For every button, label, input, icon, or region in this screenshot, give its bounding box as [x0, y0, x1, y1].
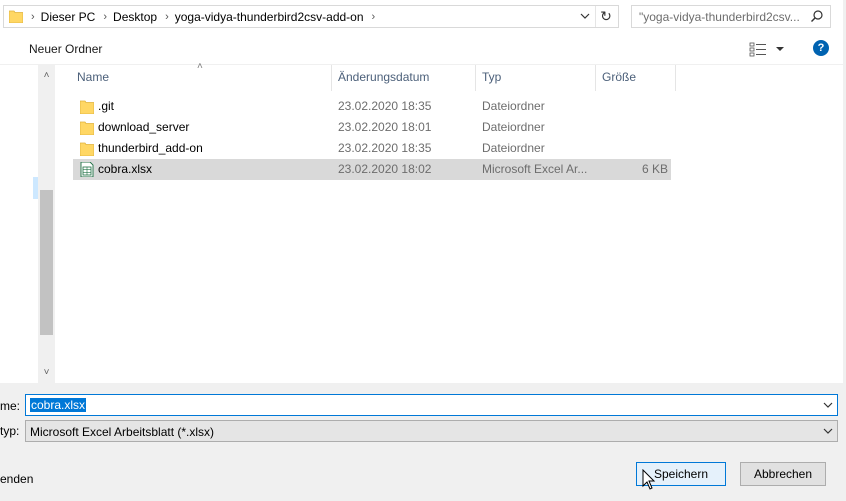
- hide-folders-toggle[interactable]: enden: [0, 472, 33, 486]
- chevron-down-icon[interactable]: [578, 9, 592, 23]
- column-header-size[interactable]: Größe: [596, 65, 675, 91]
- toolbar: Neuer Ordner ?: [0, 34, 846, 65]
- breadcrumb-desktop[interactable]: › Desktop: [95, 10, 157, 24]
- chevron-down-icon[interactable]: [822, 424, 834, 438]
- address-bar[interactable]: › Dieser PC › Desktop › yoga-vidya-thund…: [3, 5, 619, 28]
- column-header-type[interactable]: Typ: [476, 65, 595, 91]
- scrollbar-thumb[interactable]: [40, 190, 53, 335]
- address-bar-row: › Dieser PC › Desktop › yoga-vidya-thund…: [0, 0, 846, 34]
- search-icon[interactable]: [810, 9, 824, 23]
- sort-arrow-icon: ˄: [197, 61, 203, 72]
- chevron-right-icon: ›: [31, 10, 35, 23]
- file-list: ˄ Name Änderungsdatum Typ Größe .git 23.…: [57, 61, 846, 383]
- file-row-cobra-xlsx[interactable]: cobra.xlsx 23.02.2020 18:02 Microsoft Ex…: [73, 159, 671, 180]
- new-folder-button[interactable]: Neuer Ordner: [29, 42, 102, 56]
- excel-file-icon: [80, 162, 94, 177]
- folder-icon: [80, 142, 94, 156]
- help-icon[interactable]: ?: [813, 40, 829, 56]
- scroll-down-icon[interactable]: ˅: [38, 364, 55, 381]
- column-header-date[interactable]: Änderungsdatum: [332, 65, 475, 91]
- nav-scrollbar[interactable]: ˄ ˅: [38, 65, 55, 383]
- file-row-git[interactable]: .git 23.02.2020 18:35 Dateiordner: [73, 96, 671, 117]
- chevron-right-icon: ›: [103, 10, 108, 23]
- column-header-name[interactable]: ˄ Name: [57, 61, 331, 91]
- chevron-right-icon: ›: [371, 10, 376, 23]
- chevron-right-icon: ›: [165, 10, 169, 23]
- filename-input[interactable]: cobra.xlsx: [25, 394, 838, 416]
- file-row-thunderbird-add-on[interactable]: thunderbird_add-on 23.02.2020 18:35 Date…: [73, 138, 671, 159]
- view-options-icon[interactable]: [749, 41, 785, 57]
- folder-icon: [80, 121, 94, 135]
- main-area: ˄ ˅ ˄ Name Änderungsdatum Typ Größe .git…: [0, 61, 846, 383]
- scroll-up-icon[interactable]: ˄: [38, 67, 55, 84]
- breadcrumb-dieser-pc[interactable]: › Dieser PC: [23, 10, 95, 24]
- cancel-button[interactable]: Abbrechen: [740, 462, 826, 486]
- search-input[interactable]: "yoga-vidya-thunderbird2csv...: [631, 5, 831, 28]
- folder-icon: [80, 100, 94, 114]
- save-form: me: cobra.xlsx typ: Microsoft Excel Arbe…: [0, 383, 846, 501]
- filetype-select[interactable]: Microsoft Excel Arbeitsblatt (*.xlsx): [25, 420, 838, 442]
- chevron-down-icon[interactable]: [822, 398, 834, 412]
- navigation-pane: ˄ ˅: [0, 65, 57, 383]
- file-row-download-server[interactable]: download_server 23.02.2020 18:01 Dateior…: [73, 117, 671, 138]
- mouse-cursor-icon: [642, 469, 656, 490]
- column-divider[interactable]: [675, 65, 676, 91]
- filetype-label: typ:: [0, 424, 20, 438]
- filename-label: me:: [0, 399, 21, 413]
- breadcrumb-project-folder[interactable]: › yoga-vidya-thunderbird2csv-add-on ›: [157, 10, 381, 24]
- folder-icon: [9, 10, 23, 23]
- divider: [595, 6, 596, 27]
- refresh-icon[interactable]: ↻: [598, 8, 614, 24]
